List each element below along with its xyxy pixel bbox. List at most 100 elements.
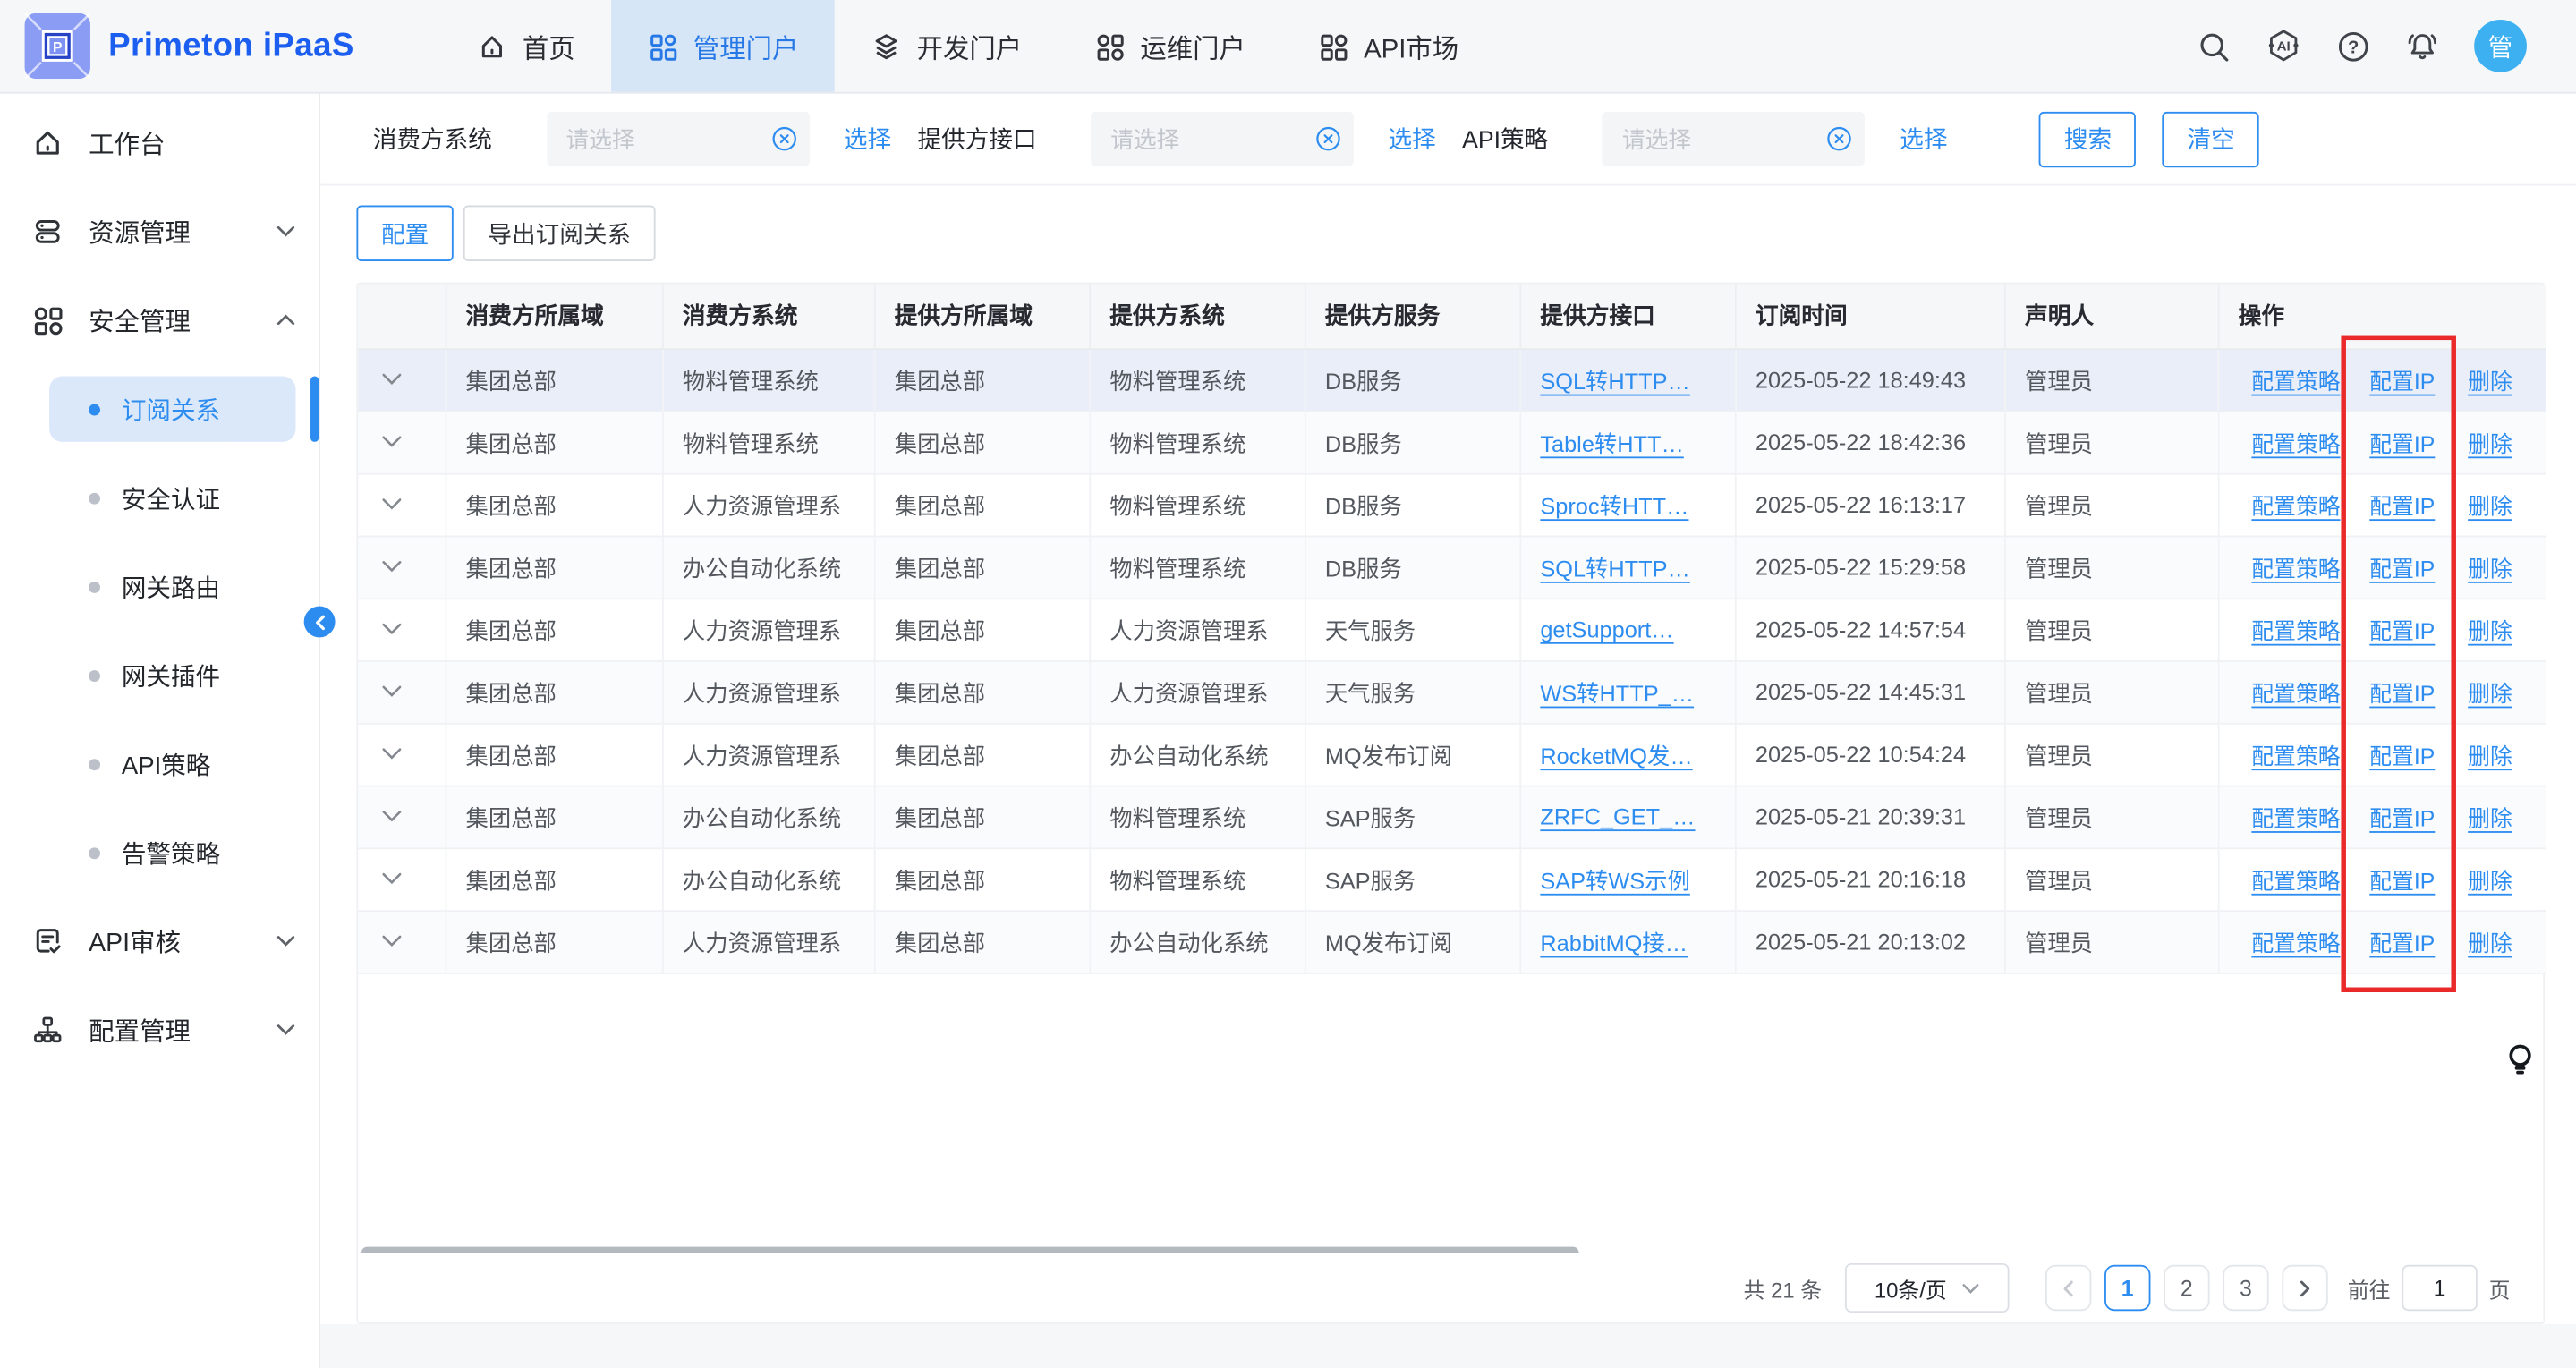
tab-admin-portal[interactable]: 管理门户 [611,0,835,92]
row-expand-cell[interactable] [358,473,445,536]
export-subscriptions-button[interactable]: 导出订阅关系 [463,206,656,261]
sidebar-item-resource-management[interactable]: 资源管理 [0,187,319,276]
config-policy-link[interactable]: 配置策略 [2251,426,2346,459]
table-row[interactable]: 集团总部 人力资源管理系 集团总部 办公自动化系统 MQ发布订阅 RabbitM… [358,910,2546,973]
table-row[interactable]: 集团总部 人力资源管理系 集团总部 人力资源管理系 天气服务 getSuppor… [358,598,2546,660]
config-ip-link[interactable]: 配置IP [2369,676,2442,709]
provider-interface-select[interactable] [1091,112,1354,166]
config-ip-link[interactable]: 配置IP [2369,925,2442,958]
row-expand-cell[interactable] [358,910,445,973]
lightbulb-icon[interactable] [2505,1041,2535,1081]
delete-link[interactable]: 删除 [2468,488,2517,521]
next-page-button[interactable] [2282,1265,2327,1311]
page-button-3[interactable]: 3 [2223,1265,2268,1311]
config-ip-link[interactable]: 配置IP [2369,426,2442,459]
table-row[interactable]: 集团总部 物料管理系统 集团总部 物料管理系统 DB服务 SQL转HTTP… 2… [358,348,2546,411]
sidebar-collapse-button[interactable] [304,607,336,638]
provider-interface-choose-link[interactable]: 选择 [1389,122,1436,157]
sidebar-item-workbench[interactable]: 工作台 [0,98,319,187]
provider-interface-input[interactable] [1091,112,1354,166]
table-row[interactable]: 集团总部 人力资源管理系 集团总部 物料管理系统 DB服务 Sproc转HTT…… [358,473,2546,536]
row-expand-cell[interactable] [358,723,445,786]
delete-link[interactable]: 删除 [2468,800,2517,833]
config-policy-link[interactable]: 配置策略 [2251,550,2346,583]
avatar[interactable]: 管 [2474,20,2527,72]
provider-interface-link[interactable]: WS转HTTP_… [1540,682,1694,707]
table-row[interactable]: 集团总部 人力资源管理系 集团总部 办公自动化系统 MQ发布订阅 RocketM… [358,723,2546,786]
table-row[interactable]: 集团总部 办公自动化系统 集团总部 物料管理系统 SAP服务 ZRFC_GET_… [358,786,2546,848]
delete-link[interactable]: 删除 [2468,737,2517,770]
config-policy-link[interactable]: 配置策略 [2251,800,2346,833]
config-policy-link[interactable]: 配置策略 [2251,676,2346,709]
tab-api-market[interactable]: API市场 [1281,0,1494,92]
row-expand-cell[interactable] [358,411,445,473]
delete-link[interactable]: 删除 [2468,550,2517,583]
provider-interface-link[interactable]: SQL转HTTP… [1540,557,1690,582]
config-ip-link[interactable]: 配置IP [2369,550,2442,583]
delete-link[interactable]: 删除 [2468,363,2517,396]
sidebar-item-api-policy[interactable]: API策略 [0,719,319,808]
search-icon[interactable] [2197,29,2232,64]
jump-page-input[interactable] [2402,1265,2477,1311]
clear-circle-icon[interactable] [771,126,796,151]
clear-circle-icon[interactable] [1316,126,1341,151]
table-row[interactable]: 集团总部 办公自动化系统 集团总部 物料管理系统 SAP服务 SAP转WS示例 … [358,847,2546,910]
config-ip-link[interactable]: 配置IP [2369,800,2442,833]
config-policy-link[interactable]: 配置策略 [2251,488,2346,521]
tab-ops-portal[interactable]: 运维门户 [1058,0,1282,92]
provider-interface-link[interactable]: Sproc转HTT… [1540,495,1688,520]
config-ip-link[interactable]: 配置IP [2369,488,2442,521]
page-button-2[interactable]: 2 [2164,1265,2209,1311]
delete-link[interactable]: 删除 [2468,426,2517,459]
table-row[interactable]: 集团总部 物料管理系统 集团总部 物料管理系统 DB服务 Table转HTT… … [358,411,2546,473]
page-size-select[interactable]: 10条/页 [1845,1263,2010,1313]
sidebar-item-alert-policy[interactable]: 告警策略 [0,808,319,896]
consumer-system-choose-link[interactable]: 选择 [844,122,891,157]
row-expand-cell[interactable] [358,598,445,660]
sidebar-item-security-management[interactable]: 安全管理 [0,276,319,364]
provider-interface-link[interactable]: SAP转WS示例 [1540,869,1690,894]
provider-interface-link[interactable]: RocketMQ发… [1540,744,1692,769]
config-policy-link[interactable]: 配置策略 [2251,363,2346,396]
config-ip-link[interactable]: 配置IP [2369,363,2442,396]
config-button[interactable]: 配置 [356,206,453,261]
config-ip-link[interactable]: 配置IP [2369,613,2442,646]
provider-interface-link[interactable]: ZRFC_GET_… [1540,804,1695,829]
consumer-system-input[interactable] [547,112,810,166]
provider-interface-link[interactable]: RabbitMQ接… [1540,931,1688,956]
sidebar-item-config-management[interactable]: 配置管理 [0,986,319,1075]
consumer-system-select[interactable] [547,112,810,166]
row-expand-cell[interactable] [358,847,445,910]
clear-button[interactable]: 清空 [2163,111,2259,166]
tab-dev-portal[interactable]: 开发门户 [835,0,1058,92]
clear-circle-icon[interactable] [1827,126,1852,151]
config-policy-link[interactable]: 配置策略 [2251,737,2346,770]
sidebar-item-gateway-route[interactable]: 网关路由 [0,542,319,631]
api-policy-choose-link[interactable]: 选择 [1900,122,1947,157]
row-expand-cell[interactable] [358,660,445,723]
config-policy-link[interactable]: 配置策略 [2251,613,2346,646]
row-expand-cell[interactable] [358,536,445,599]
config-policy-link[interactable]: 配置策略 [2251,862,2346,896]
api-policy-select[interactable] [1603,112,1866,166]
help-icon[interactable]: ? [2336,29,2371,64]
config-policy-link[interactable]: 配置策略 [2251,925,2346,958]
table-row[interactable]: 集团总部 办公自动化系统 集团总部 物料管理系统 DB服务 SQL转HTTP… … [358,536,2546,599]
sidebar-item-subscription-relations[interactable]: 订阅关系 [0,365,319,454]
sidebar-item-gateway-plugin[interactable]: 网关插件 [0,631,319,719]
sidebar-item-security-auth[interactable]: 安全认证 [0,454,319,542]
sidebar-item-api-review[interactable]: API审核 [0,897,319,986]
row-expand-cell[interactable] [358,348,445,411]
config-ip-link[interactable]: 配置IP [2369,737,2442,770]
delete-link[interactable]: 删除 [2468,676,2517,709]
bell-icon[interactable] [2405,29,2440,64]
api-policy-input[interactable] [1603,112,1866,166]
tab-home[interactable]: 首页 [440,0,611,92]
table-row[interactable]: 集团总部 人力资源管理系 集团总部 人力资源管理系 天气服务 WS转HTTP_…… [358,660,2546,723]
ai-assistant-icon[interactable]: AI [2266,28,2301,64]
row-expand-cell[interactable] [358,786,445,848]
provider-interface-link[interactable]: getSupport… [1540,616,1673,642]
delete-link[interactable]: 删除 [2468,925,2517,958]
prev-page-button[interactable] [2045,1265,2091,1311]
delete-link[interactable]: 删除 [2468,862,2517,896]
